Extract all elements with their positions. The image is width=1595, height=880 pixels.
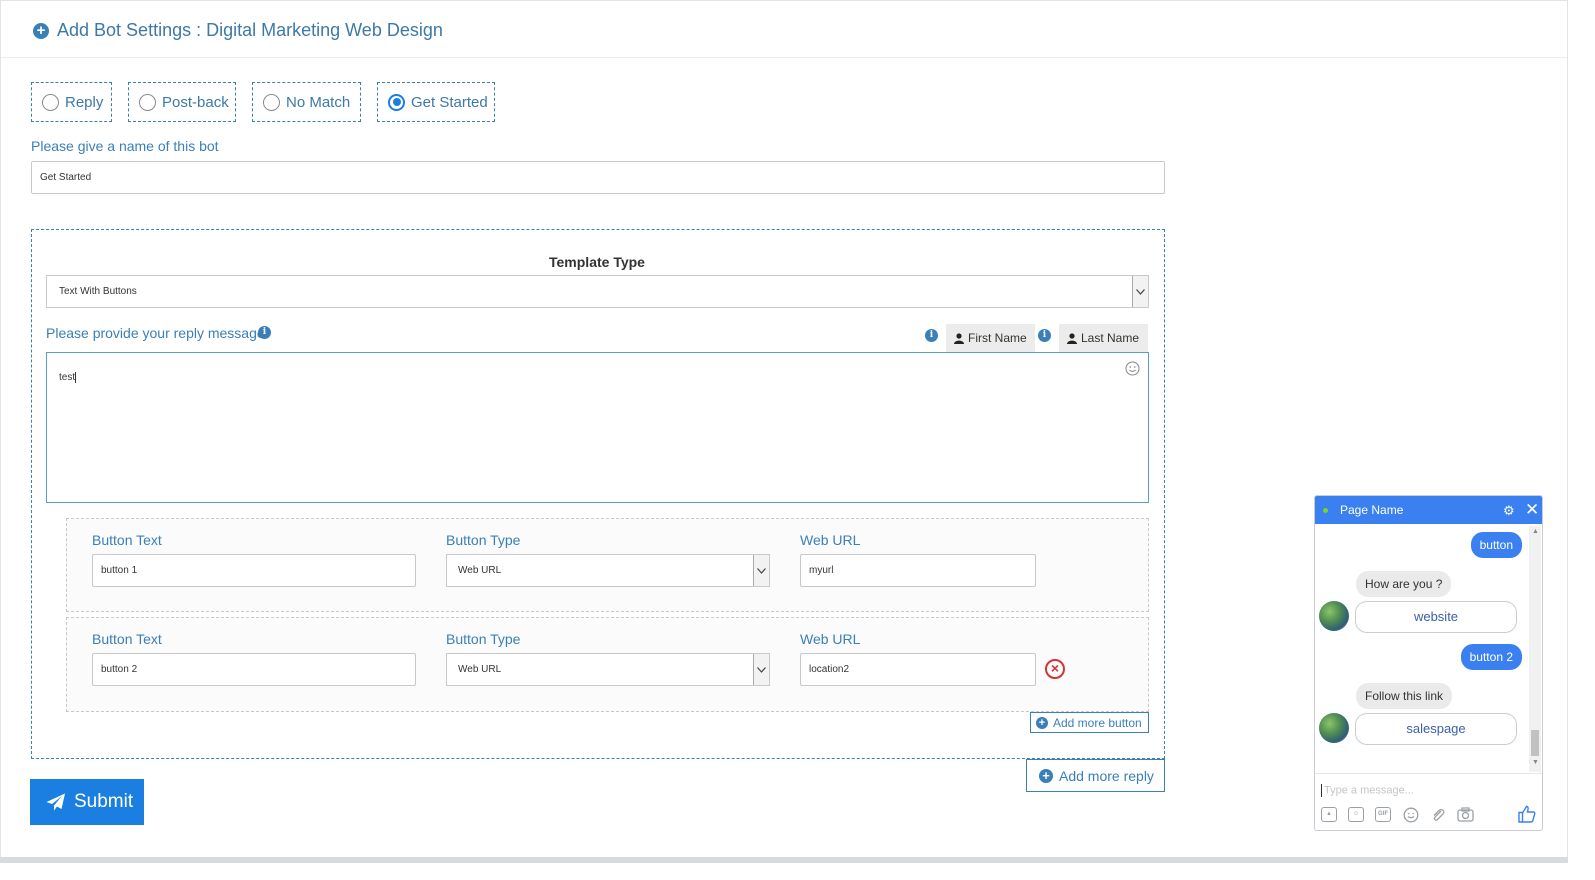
submit-label: Submit bbox=[74, 791, 134, 812]
radio-label-no-match: No Match bbox=[286, 93, 351, 111]
reply-message-textarea[interactable]: test bbox=[46, 352, 1149, 503]
chevron-down-icon[interactable] bbox=[753, 654, 769, 685]
add-more-reply-button[interactable]: + Add more reply bbox=[1026, 759, 1165, 792]
radio-label-get-started: Get Started bbox=[411, 93, 488, 111]
template-type-value: Text With Buttons bbox=[59, 286, 137, 297]
button-text-label: Button Text bbox=[92, 532, 162, 548]
gear-icon[interactable]: ⚙ bbox=[1503, 503, 1515, 519]
first-name-label: First Name bbox=[968, 331, 1027, 345]
bot-name-input[interactable]: Get Started bbox=[31, 161, 1165, 194]
online-status-dot bbox=[1323, 508, 1328, 513]
chat-card-button[interactable]: website bbox=[1355, 601, 1517, 633]
page-header: + Add Bot Settings : Digital Marketing W… bbox=[1, 1, 1567, 58]
button-type-label: Button Type bbox=[446, 631, 521, 647]
sticker-icon[interactable]: ☺ bbox=[1348, 807, 1364, 822]
page-bottom-edge bbox=[0, 857, 1568, 863]
add-more-reply-label: Add more reply bbox=[1059, 767, 1154, 784]
chat-input-placeholder: Type a message... bbox=[1324, 784, 1414, 797]
paper-plane-icon bbox=[46, 793, 65, 811]
chat-page-name: Page Name bbox=[1340, 503, 1404, 517]
text-cursor bbox=[75, 372, 77, 383]
info-icon[interactable]: i bbox=[258, 326, 271, 339]
bot-avatar bbox=[1319, 601, 1349, 631]
bot-avatar bbox=[1319, 713, 1349, 743]
close-icon[interactable]: ✕ bbox=[1525, 500, 1539, 520]
chat-message-bot: Follow this link bbox=[1356, 683, 1453, 709]
insert-last-name-button[interactable]: Last Name bbox=[1059, 324, 1148, 352]
thumbs-up-icon[interactable] bbox=[1518, 805, 1536, 823]
emoji-icon[interactable] bbox=[1125, 361, 1140, 376]
web-url-input[interactable]: myurl bbox=[800, 554, 1036, 587]
radio-label-post-back: Post-back bbox=[162, 93, 229, 111]
remove-button-icon[interactable]: × bbox=[1045, 659, 1065, 679]
insert-first-name-button[interactable]: First Name bbox=[946, 324, 1035, 352]
button-type-select[interactable]: Web URL bbox=[446, 554, 770, 587]
radio-circle-no-match[interactable] bbox=[263, 93, 280, 111]
info-icon-first-name[interactable]: i bbox=[925, 329, 938, 342]
chevron-down-icon[interactable] bbox=[753, 555, 769, 586]
user-icon bbox=[954, 332, 964, 344]
radio-get-started[interactable]: Get Started bbox=[377, 82, 495, 122]
chat-message-user: button bbox=[1470, 532, 1522, 558]
button-type-label: Button Type bbox=[446, 532, 521, 548]
add-circle-icon: + bbox=[33, 23, 49, 39]
attachment-icon[interactable] bbox=[1430, 807, 1446, 823]
submit-button[interactable]: Submit bbox=[30, 779, 144, 825]
reply-message-label: Please provide your reply message bbox=[46, 325, 265, 341]
scroll-up-arrow-icon[interactable]: ▲ bbox=[1532, 528, 1539, 535]
chat-card-button[interactable]: salespage bbox=[1355, 713, 1517, 745]
button-text-input[interactable]: button 2 bbox=[92, 653, 416, 686]
template-type-title: Template Type bbox=[549, 254, 645, 270]
radio-circle-get-started[interactable] bbox=[388, 93, 405, 111]
emoji-icon[interactable] bbox=[1403, 807, 1419, 823]
template-type-select[interactable]: Text With Buttons bbox=[46, 275, 1149, 308]
chat-header: Page Name ⚙ ✕ bbox=[1315, 496, 1542, 524]
chat-message-bot: How are you ? bbox=[1356, 571, 1452, 597]
reply-message-text: test bbox=[59, 372, 76, 384]
radio-reply[interactable]: Reply bbox=[31, 82, 112, 122]
info-icon-last-name[interactable]: i bbox=[1038, 329, 1051, 342]
button-row-1: Button Text button 1 Button Type Web URL… bbox=[66, 518, 1149, 612]
text-cursor bbox=[1321, 784, 1322, 797]
chevron-down-icon[interactable] bbox=[1132, 276, 1148, 307]
chat-scrollbar-thumb[interactable] bbox=[1531, 730, 1539, 756]
button-text-input[interactable]: button 1 bbox=[92, 554, 416, 587]
web-url-label: Web URL bbox=[800, 631, 861, 647]
radio-circle-post-back[interactable] bbox=[139, 93, 156, 111]
radio-no-match[interactable]: No Match bbox=[252, 82, 361, 122]
user-icon bbox=[1067, 332, 1077, 344]
button-text-label: Button Text bbox=[92, 631, 162, 647]
button-type-value: Web URL bbox=[458, 565, 502, 576]
radio-circle-reply[interactable] bbox=[42, 93, 59, 111]
scroll-down-arrow-icon[interactable]: ▼ bbox=[1532, 759, 1539, 766]
web-url-label: Web URL bbox=[800, 532, 861, 548]
add-more-button[interactable]: + Add more button bbox=[1030, 712, 1149, 733]
chat-message-user: button 2 bbox=[1460, 644, 1522, 670]
add-more-button-label: Add more button bbox=[1053, 715, 1142, 730]
bot-name-label: Please give a name of this bot bbox=[31, 138, 219, 154]
add-circle-icon: + bbox=[1036, 716, 1048, 729]
image-icon[interactable]: ▲ bbox=[1321, 807, 1337, 822]
radio-label-reply: Reply bbox=[65, 93, 104, 111]
button-type-select[interactable]: Web URL bbox=[446, 653, 770, 686]
messenger-preview-widget: Page Name ⚙ ✕ button How are you ? websi… bbox=[1314, 495, 1543, 831]
chat-divider bbox=[1315, 773, 1542, 774]
last-name-label: Last Name bbox=[1081, 331, 1140, 345]
web-url-input[interactable]: location2 bbox=[800, 653, 1036, 686]
button-row-2: Button Text button 2 Button Type Web URL… bbox=[66, 617, 1149, 712]
page-title: Add Bot Settings : Digital Marketing Web… bbox=[57, 20, 443, 40]
button-type-value: Web URL bbox=[458, 664, 502, 675]
add-circle-icon: + bbox=[1039, 768, 1053, 783]
radio-post-back[interactable]: Post-back bbox=[128, 82, 236, 122]
chat-message-input[interactable]: Type a message... bbox=[1321, 784, 1511, 797]
camera-icon[interactable] bbox=[1457, 807, 1474, 822]
gif-icon[interactable]: GIF bbox=[1375, 807, 1391, 822]
